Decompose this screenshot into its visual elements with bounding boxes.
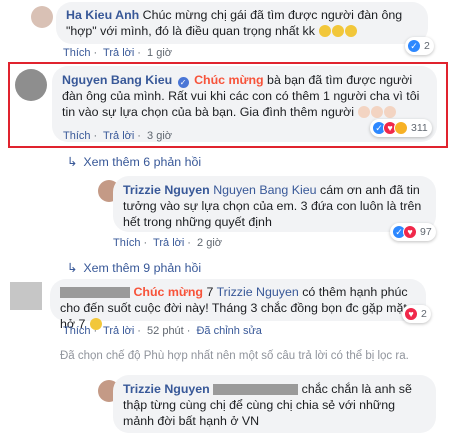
redacted-name [60,287,130,298]
timestamp[interactable]: 1 giờ [147,47,172,59]
edited-label[interactable]: Đã chỉnh sửa [196,325,261,337]
comment-author[interactable]: Nguyen Bang Kieu [62,73,172,87]
number-text: 7 [206,285,214,299]
reaction-count: 311 [411,122,428,134]
avatar-redacted[interactable] [10,282,42,310]
reply-button[interactable]: Trả lời [103,47,134,59]
reaction-count: 2 [424,40,430,52]
reaction-count: 2 [421,308,427,320]
hand-emoji-icon [345,25,358,37]
comment-actions: Thích · Trả lời · 3 giờ [63,130,172,142]
comment-actions: Thích · Trả lời · 2 giờ [113,237,222,249]
reply-button[interactable]: Trả lời [103,130,134,142]
reaction-summary[interactable]: ♥ 2 [402,305,431,323]
reaction-summary[interactable]: ✓ 2 [405,37,434,55]
comment-author[interactable]: Trizzie Nguyen [123,183,210,197]
verified-badge-icon: ✓ [177,77,189,88]
reply-arrow-icon: ↳ [67,155,78,169]
hand-emoji-icon [358,106,371,118]
view-more-label: Xem thêm 6 phản hồi [83,155,202,169]
comment-bubble-4: Chúc mừng 7 Trizzie Nguyen có thêm hạnh … [50,279,426,331]
highlight-text: Chúc mừng [133,285,203,299]
reply-button[interactable]: Trả lời [103,325,134,337]
like-button[interactable]: Thích [63,130,91,142]
love-reaction-icon: ♥ [403,225,417,239]
sad-reaction-icon [394,121,408,135]
comment-bubble-5: Trizzie Nguyen chắc chắn là anh sẽ thập … [113,375,436,433]
comment-author[interactable]: Ha Kieu Anh [66,8,139,22]
timestamp[interactable]: 52 phút [147,325,184,337]
avatar-nguyen-bang-kieu[interactable] [15,69,47,101]
filter-notice: Đã chọn chế độ Phù hợp nhất nên một số c… [60,350,409,362]
reply-arrow-icon: ↳ [67,261,78,275]
avatar-ha-kieu-anh[interactable] [31,6,53,28]
reaction-summary[interactable]: ✓ ♥ 311 [370,119,432,137]
comment-bubble-3: Trizzie Nguyen Nguyen Bang Kieu cám ơn a… [113,176,436,232]
like-button[interactable]: Thích [113,237,141,249]
redacted-name [213,384,299,395]
comment-author[interactable]: Trizzie Nguyen [123,382,210,396]
comment-actions: Thích · Trả lời · 52 phút · Đã chỉnh sửa [63,325,262,337]
reply-button[interactable]: Trả lời [153,237,184,249]
hand-emoji-icon [371,106,384,118]
like-button[interactable]: Thích [63,325,91,337]
like-reaction-icon: ✓ [407,39,421,53]
timestamp[interactable]: 2 giờ [197,237,222,249]
hand-emoji-icon [384,106,397,118]
timestamp[interactable]: 3 giờ [147,130,172,142]
love-reaction-icon: ♥ [404,307,418,321]
comment-actions: Thích · Trả lời · 1 giờ [63,47,172,59]
view-more-replies-link[interactable]: ↳ Xem thêm 9 phản hồi [67,260,201,275]
reaction-count: 97 [420,226,432,238]
view-more-replies-link[interactable]: ↳ Xem thêm 6 phản hồi [67,154,201,169]
view-more-label: Xem thêm 9 phản hồi [83,261,202,275]
hand-emoji-icon [332,25,345,37]
mention-link[interactable]: Nguyen Bang Kieu [213,183,316,197]
highlight-text: Chúc mừng [194,73,264,87]
hand-emoji-icon [319,25,332,37]
comment-bubble-1: Ha Kieu Anh Chúc mừng chị gái đã tìm đượ… [56,2,428,44]
like-button[interactable]: Thích [63,47,91,59]
reaction-summary[interactable]: ✓ ♥ 97 [390,223,436,241]
mention-link[interactable]: Trizzie Nguyen [217,285,299,299]
